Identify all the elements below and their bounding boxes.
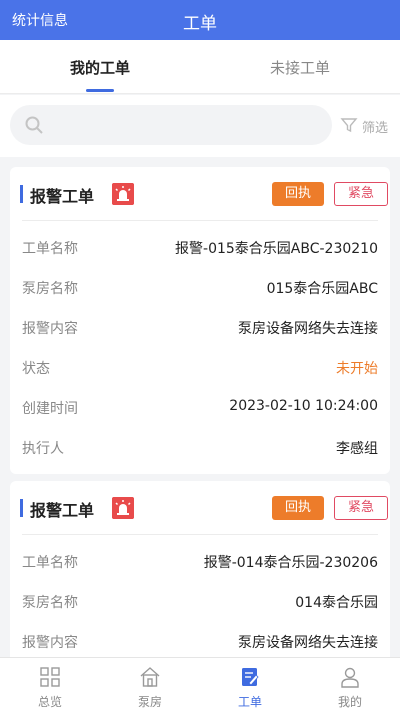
field-label: 创建时间	[22, 401, 78, 417]
urgent-badge[interactable]: 紧急	[334, 496, 388, 520]
field-value: 015泰合乐园ABC	[266, 281, 378, 297]
field-row: 执行人 李感组	[22, 427, 378, 467]
house-icon	[140, 667, 160, 687]
urgent-badge[interactable]: 紧急	[334, 182, 388, 206]
active-tab-indicator	[86, 89, 114, 92]
field-value: 报警-015泰合乐园ABC-230210	[175, 241, 378, 257]
user-icon	[341, 667, 359, 688]
field-value: 014泰合乐园	[295, 595, 378, 611]
card-header: 报警工单 回执 紧急	[20, 167, 388, 221]
nav-label: 总览	[37, 695, 62, 709]
grid-icon	[40, 667, 60, 687]
receipt-button[interactable]: 回执	[272, 496, 324, 520]
card-title: 报警工单	[30, 187, 95, 206]
field-label: 报警内容	[22, 321, 78, 337]
tab-my-orders[interactable]: 我的工单	[0, 40, 200, 94]
work-order-card[interactable]: 报警工单 回执 紧急 工单名称 报警-015泰合乐园ABC-230210 泵房名称…	[10, 167, 390, 474]
field-value: 泵房设备网络失去连接	[238, 635, 378, 651]
status-value: 未开始	[336, 361, 378, 377]
field-row: 工单名称 报警-015泰合乐园ABC-230210	[22, 227, 378, 267]
nav-label: 工单	[237, 695, 262, 709]
nav-label: 泵房	[137, 695, 162, 709]
field-value: 泵房设备网络失去连接	[238, 321, 378, 337]
page-title: 工单	[183, 14, 217, 34]
search-input[interactable]	[10, 105, 332, 145]
nav-item-work-orders[interactable]: 工单	[200, 658, 300, 711]
tab-bar: 我的工单 未接工单	[0, 40, 400, 94]
field-row: 泵房名称 015泰合乐园ABC	[22, 267, 378, 307]
field-label: 报警内容	[22, 635, 78, 651]
alarm-siren-icon	[112, 497, 134, 519]
app-header: 统计信息 工单	[0, 0, 400, 40]
title-accent-bar	[20, 499, 23, 517]
nav-label: 我的	[337, 695, 362, 709]
field-row: 创建时间 2023-02-10 10:24:00	[22, 387, 378, 427]
work-order-card[interactable]: 报警工单 回执 紧急 工单名称 报警-014泰合乐园-230206 泵房名称 014…	[10, 481, 390, 681]
field-label: 工单名称	[22, 555, 78, 571]
nav-item-overview[interactable]: 总览	[0, 658, 100, 711]
card-title: 报警工单	[30, 501, 95, 520]
document-edit-icon	[242, 668, 259, 686]
field-row: 报警内容 泵房设备网络失去连接	[22, 307, 378, 347]
field-label: 泵房名称	[22, 281, 78, 297]
nav-item-pump-house[interactable]: 泵房	[100, 658, 200, 711]
field-label: 执行人	[22, 441, 64, 457]
card-header: 报警工单 回执 紧急	[20, 481, 388, 535]
field-row: 泵房名称 014泰合乐园	[22, 581, 378, 621]
receipt-button[interactable]: 回执	[272, 182, 324, 206]
bottom-navigation: 总览 泵房 工单 我的	[0, 657, 400, 711]
title-accent-bar	[20, 185, 23, 203]
search-area: 筛选	[0, 95, 400, 157]
filter-icon	[340, 118, 358, 133]
field-value: 李感组	[336, 441, 378, 457]
field-row: 状态 未开始	[22, 347, 378, 387]
filter-label: 筛选	[362, 121, 389, 136]
nav-item-profile[interactable]: 我的	[300, 658, 400, 711]
tab-unaccepted-orders[interactable]: 未接工单	[200, 40, 400, 94]
field-row: 工单名称 报警-014泰合乐园-230206	[22, 541, 378, 581]
field-label: 状态	[22, 361, 50, 377]
field-label: 泵房名称	[22, 595, 78, 611]
alarm-siren-icon	[112, 183, 134, 205]
search-icon	[25, 116, 43, 134]
field-value: 2023-02-10 10:24:00	[229, 398, 378, 414]
field-label: 工单名称	[22, 241, 78, 257]
field-row: 报警内容 泵房设备网络失去连接	[22, 621, 378, 661]
field-value: 报警-014泰合乐园-230206	[203, 555, 378, 571]
